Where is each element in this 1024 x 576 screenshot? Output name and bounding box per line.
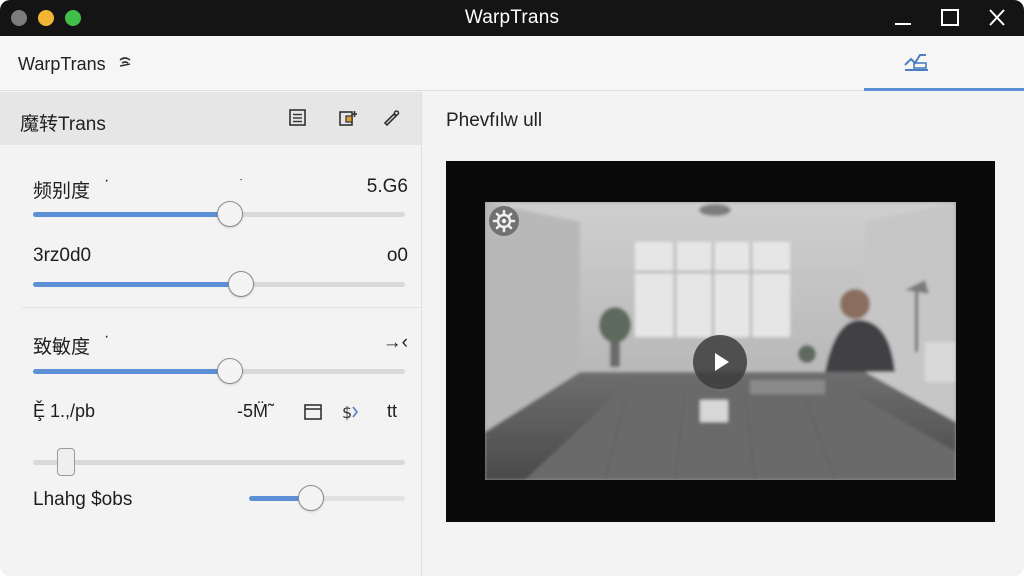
title-bar: WarpTrans [0, 0, 1024, 36]
control-3-label: 致敏度 [33, 337, 91, 358]
control-2-value: o0 [386, 245, 408, 266]
preview-title: Phevfılw ull [446, 110, 543, 131]
window-icon[interactable] [303, 402, 323, 422]
lighting-slider-thumb[interactable] [298, 485, 325, 511]
toolbar-left-text: Ȩ̌ 1.,/pb [33, 401, 96, 421]
lighting-slider[interactable] [249, 485, 405, 511]
control-1-slider[interactable] [33, 201, 405, 227]
panel-header: 魔转Trans [0, 92, 421, 145]
control-3-marker: · [104, 328, 110, 345]
layout-icon[interactable] [337, 107, 359, 129]
maximize-icon[interactable] [939, 8, 961, 28]
tab-analytics[interactable] [864, 36, 1024, 91]
control-2-slider-fill [33, 282, 242, 287]
range-slider[interactable] [33, 448, 405, 476]
control-2-label: 3rz0d0 [33, 245, 92, 266]
control-3-value: →‹ [382, 332, 408, 353]
close-icon[interactable] [986, 8, 1008, 28]
video-frame-image [485, 202, 956, 480]
control-2-slider-thumb[interactable] [228, 271, 255, 297]
svg-text:$: $ [342, 403, 352, 422]
window-title: WarpTrans [464, 7, 560, 28]
signal-icon [119, 57, 131, 67]
app-name: WarpTrans [18, 54, 106, 74]
minimize-icon[interactable] [892, 8, 914, 28]
control-1-mid-marker: ˑ [239, 174, 244, 191]
control-1-slider-fill [33, 212, 231, 217]
dollar-transfer-icon[interactable]: $ [341, 402, 361, 422]
play-icon [715, 353, 729, 371]
list-icon[interactable] [287, 107, 309, 129]
control-1-label: 频别度 [33, 181, 91, 202]
control-3-slider-fill [33, 369, 231, 374]
app-window: WarpTrans WarpTrans 魔转Trans 频别度 · ˑ 5.G6… [0, 0, 1024, 576]
range-slider-handle[interactable] [57, 448, 76, 476]
panel-title: 魔转Trans [20, 114, 106, 135]
toolbar-right-text: tt [387, 401, 398, 421]
tab-active-indicator [864, 88, 1024, 91]
gear-icon [492, 209, 516, 233]
panel-divider [421, 92, 422, 576]
control-2-slider[interactable] [33, 271, 405, 297]
control-1-marker: · [104, 172, 110, 189]
video-player[interactable] [446, 161, 995, 522]
control-1-value: 5.G6 [366, 176, 408, 197]
lighting-label: Lhahg $obs [33, 489, 133, 510]
control-3-slider-thumb[interactable] [217, 358, 244, 384]
app-header: WarpTrans [0, 36, 1024, 91]
section-divider [22, 307, 420, 308]
settings-button[interactable] [489, 206, 519, 236]
toolbar-middle-text: -5M̈̃ [237, 401, 268, 421]
control-1-slider-thumb[interactable] [217, 201, 244, 227]
chart-line-icon [904, 54, 928, 71]
control-3-slider[interactable] [33, 358, 405, 384]
edit-icon[interactable] [380, 107, 402, 129]
play-button[interactable] [693, 335, 747, 389]
